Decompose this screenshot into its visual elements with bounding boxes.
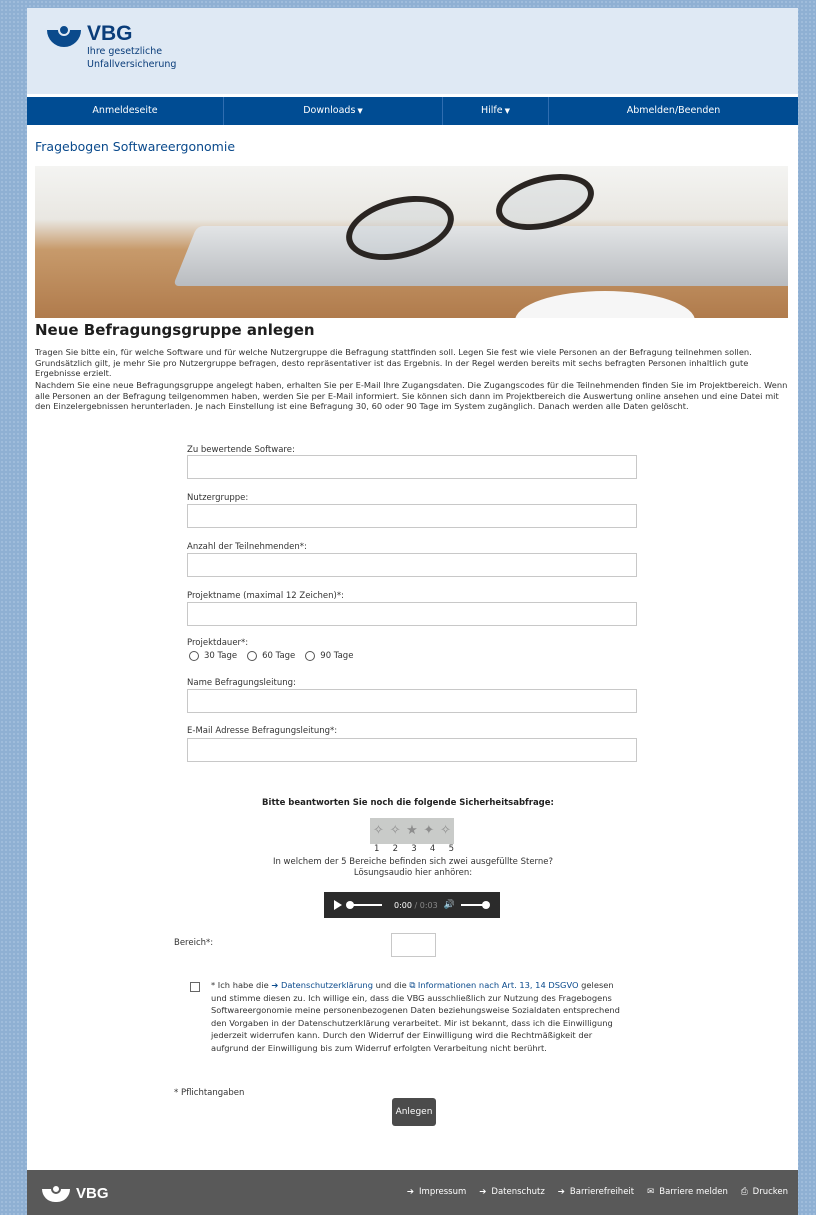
- mail-icon: ✉: [647, 1187, 655, 1197]
- radio-60-tage[interactable]: 60 Tage: [247, 651, 295, 661]
- captcha-question: Bitte beantworten Sie noch die folgende …: [262, 798, 554, 808]
- datenschutz-link[interactable]: ➔ Datenschutzerklärung: [271, 980, 373, 990]
- star-icon: ✦: [423, 823, 435, 838]
- anlegen-button[interactable]: Anlegen: [392, 1098, 436, 1126]
- email-input[interactable]: [187, 738, 637, 762]
- footer-link-datenschutz[interactable]: ➔ Datenschutz: [479, 1187, 545, 1197]
- footer-link-barrierefreiheit[interactable]: ➔ Barrierefreiheit: [558, 1187, 634, 1197]
- footer-links: ➔ Impressum ➔ Datenschutz ➔ Barrierefreihei…: [407, 1187, 788, 1197]
- hero-image: [35, 166, 788, 318]
- caret-down-icon: ▼: [357, 107, 363, 115]
- arrow-right-icon: ➔: [557, 1187, 565, 1197]
- nutzergruppe-label: Nutzergruppe:: [187, 493, 249, 503]
- page-heading: Neue Befragungsgruppe anlegen: [35, 321, 315, 339]
- main-nav: Anmeldeseite Downloads ▼ Hilfe ▼ Abmelden/…: [27, 97, 798, 125]
- star-icon: ✧: [389, 823, 401, 838]
- anzahl-label: Anzahl der Teilnehmenden*:: [187, 542, 307, 552]
- footer-link-barriere-melden[interactable]: ✉ Barriere melden: [647, 1187, 728, 1197]
- footer: VBG ➔ Impressum ➔ Datenschutz ➔ Barrierefre…: [27, 1170, 798, 1215]
- play-icon[interactable]: [334, 900, 342, 910]
- star-icon: ✧: [372, 823, 384, 838]
- print-icon: ⎙: [740, 1187, 748, 1197]
- leitung-label: Name Befragungsleitung:: [187, 678, 296, 688]
- anzahl-input[interactable]: [187, 553, 637, 577]
- radio-90-tage[interactable]: 90 Tage: [305, 651, 353, 661]
- audio-hint: Lösungsaudio hier anhören:: [353, 868, 473, 878]
- vbg-logo-icon: [41, 1184, 71, 1202]
- nav-anmeldeseite[interactable]: Anmeldeseite: [27, 97, 224, 125]
- audio-player: 0:00 / 0:03 🔊: [324, 892, 500, 918]
- required-note: * Pflichtangaben: [174, 1088, 245, 1098]
- projektname-label: Projektname (maximal 12 Zeichen)*:: [187, 591, 344, 601]
- projektname-input[interactable]: [187, 602, 637, 626]
- arrow-right-icon: ➔: [406, 1187, 415, 1197]
- nutzergruppe-input[interactable]: [187, 504, 637, 528]
- intro-paragraph-2: Nachdem Sie eine neue Befragungsgruppe a…: [35, 380, 788, 411]
- volume-icon[interactable]: 🔊: [444, 900, 455, 910]
- radio-30-tage[interactable]: 30 Tage: [189, 651, 237, 661]
- arrow-right-icon: ➔: [271, 980, 281, 990]
- captcha-image: ✧ ✧ ★ ✦ ✧: [370, 818, 454, 844]
- software-label: Zu bewertende Software:: [187, 445, 295, 455]
- consent-text: * Ich habe die ➔ Datenschutzerklärung un…: [211, 980, 620, 1053]
- email-label: E-Mail Adresse Befragungsleitung*:: [187, 726, 338, 736]
- audio-time: 0:00 / 0:03: [394, 900, 438, 910]
- header: VBG Ihre gesetzliche Unfallversicherung: [27, 8, 798, 94]
- leitung-input[interactable]: [187, 689, 637, 713]
- volume-slider[interactable]: [460, 901, 490, 909]
- logo-subtitle-2: Unfallversicherung: [87, 59, 177, 70]
- vbg-logo-icon: [45, 24, 83, 48]
- external-link-icon: ⧉: [409, 980, 418, 990]
- consent-checkbox[interactable]: [190, 982, 200, 992]
- projektdauer-options: 30 Tage 60 Tage 90 Tage: [189, 651, 353, 661]
- star-icon: ★: [406, 823, 418, 838]
- section-title: Fragebogen Softwareergonomie: [35, 139, 236, 154]
- footer-link-impressum[interactable]: ➔ Impressum: [407, 1187, 466, 1197]
- projektdauer-label: Projektdauer*:: [187, 638, 249, 648]
- audio-seek-bar[interactable]: [346, 901, 382, 909]
- nav-hilfe[interactable]: Hilfe ▼: [443, 97, 549, 125]
- arrow-right-icon: ➔: [479, 1187, 487, 1197]
- nav-abmelden[interactable]: Abmelden/Beenden: [549, 97, 798, 125]
- bereich-label: Bereich*:: [174, 938, 214, 948]
- dsgvo-info-link[interactable]: ⧉ Informationen nach Art. 13, 14 DSGVO: [409, 980, 578, 990]
- star-icon: ✧: [440, 823, 452, 838]
- vbg-logo[interactable]: VBG Ihre gesetzliche Unfallversicherung: [45, 22, 177, 70]
- intro-paragraph-1: Tragen Sie bitte ein, für welche Softwar…: [35, 347, 752, 378]
- captcha-instruction: In welchem der 5 Bereiche befinden sich …: [0, 857, 816, 879]
- bereich-input[interactable]: [391, 933, 436, 957]
- nav-downloads[interactable]: Downloads ▼: [224, 97, 443, 125]
- footer-link-drucken[interactable]: ⎙ Drucken: [741, 1187, 788, 1197]
- logo-subtitle-1: Ihre gesetzliche: [87, 46, 163, 57]
- caret-down-icon: ▼: [504, 107, 510, 115]
- logo-name: VBG: [87, 22, 133, 45]
- software-input[interactable]: [187, 455, 637, 479]
- footer-logo[interactable]: VBG: [41, 1184, 109, 1202]
- captcha-numbers: 1 2 3 4 5: [374, 844, 454, 854]
